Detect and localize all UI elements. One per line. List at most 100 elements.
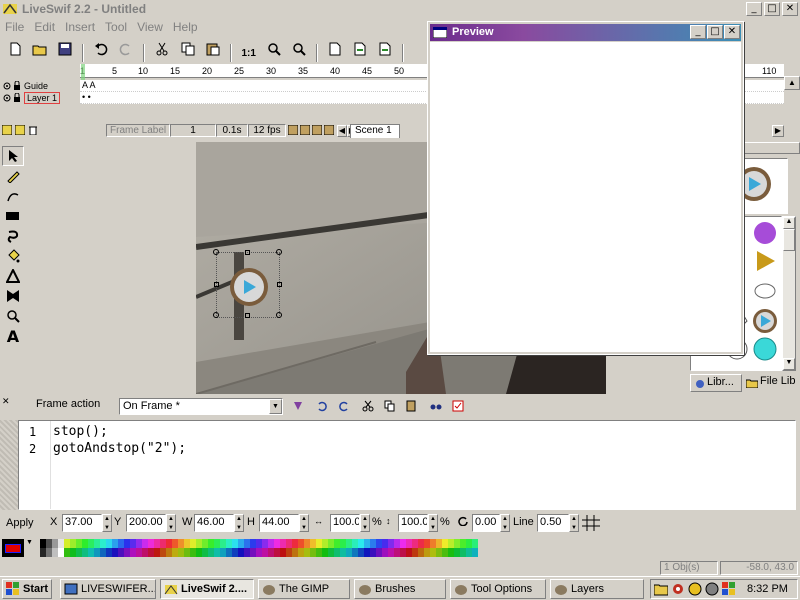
color-swatch[interactable] [130,548,136,557]
color-swatch[interactable] [106,548,112,557]
color-swatch[interactable] [334,539,340,548]
layer-row-guide[interactable]: Guide [0,80,80,92]
color-swatch[interactable] [400,539,406,548]
color-swatch[interactable] [274,539,280,548]
color-swatch[interactable] [106,539,112,548]
library-item-cyan-circle[interactable] [753,337,777,361]
color-swatch[interactable] [220,539,226,548]
paste-icon[interactable] [406,400,418,415]
color-swatch[interactable] [274,548,280,557]
insert-action-icon[interactable] [292,400,304,415]
script-editor[interactable]: 1 2 stop(); gotoAndstop("2"); [18,420,796,510]
color-swatch[interactable] [154,548,160,557]
color-swatch[interactable] [130,539,136,548]
color-swatch[interactable] [322,548,328,557]
color-swatch[interactable] [280,539,286,548]
menu-view[interactable]: View [132,18,168,36]
frame-rate-field[interactable]: 12 fps [248,124,286,137]
color-swatch[interactable] [178,548,184,557]
color-swatch[interactable] [442,539,448,548]
color-swatch[interactable] [430,548,436,557]
library-item-oval[interactable] [754,283,776,299]
color-swatch[interactable] [64,548,70,557]
color-swatch[interactable] [46,539,52,548]
preview-close-button[interactable]: ✕ [724,25,740,39]
width-spinner[interactable]: ▲ ▼ [234,514,244,532]
redo-icon[interactable] [115,38,137,60]
color-swatch[interactable] [244,548,250,557]
scale-x-field[interactable]: 100.0 [330,514,360,532]
color-swatch[interactable] [364,548,370,557]
folder-tray-icon[interactable] [653,582,669,599]
pencil-tool-icon[interactable] [2,166,24,186]
color-swatch[interactable] [262,539,268,548]
cut-icon[interactable] [151,38,173,60]
color-swatch[interactable] [400,548,406,557]
menu-file[interactable]: File [0,18,29,36]
export-icon[interactable] [349,38,371,60]
scroll-up-icon[interactable]: ▲ [783,217,795,229]
color-swatch[interactable] [118,548,124,557]
color-swatch[interactable] [418,548,424,557]
color-swatch[interactable] [88,539,94,548]
color-swatch[interactable] [70,539,76,548]
undo-icon[interactable] [90,38,112,60]
color-swatch[interactable] [304,548,310,557]
library-item-gold-triangle[interactable] [757,251,775,271]
color-swatch[interactable] [376,548,382,557]
preview-title-bar[interactable]: Preview _ □ ✕ [430,24,741,41]
onion-skin-icon[interactable] [287,124,299,138]
preview-window[interactable]: Preview _ □ ✕ [427,21,744,355]
menu-help[interactable]: Help [168,18,203,36]
color-swatch[interactable] [454,548,460,557]
edit-multiple-icon[interactable] [311,124,323,138]
color-swatch[interactable] [172,548,178,557]
color-swatch[interactable] [112,548,118,557]
minimize-button[interactable]: _ [746,2,762,16]
scroll-down-icon[interactable]: ▼ [783,358,795,370]
color-swatch[interactable] [160,539,166,548]
preview-canvas[interactable] [430,42,741,352]
bezier-pen-tool-icon[interactable] [2,186,24,206]
rotate-handle[interactable] [213,249,219,255]
color-swatch[interactable] [220,548,226,557]
color-swatch[interactable] [292,548,298,557]
color-swatch[interactable] [100,548,106,557]
color-swatch[interactable] [166,539,172,548]
library-scrollbar[interactable]: ▲ ▼ [782,216,796,371]
color-swatch[interactable] [352,539,358,548]
color-swatch[interactable] [40,548,46,557]
layer-row-layer1[interactable]: Layer 1 [0,92,80,104]
color-swatch[interactable] [184,548,190,557]
color-swatch[interactable] [454,539,460,548]
rotation-field[interactable]: 0.00 [472,514,500,532]
color-swatch[interactable] [442,548,448,557]
color-swatch[interactable] [358,548,364,557]
scroll-right-icon[interactable]: ▶ [772,125,784,137]
color-swatch[interactable] [406,539,412,548]
color-swatch[interactable] [298,548,304,557]
color-swatch[interactable] [226,539,232,548]
color-swatch[interactable] [238,548,244,557]
color-swatch[interactable] [136,548,142,557]
taskbar-item-gimp[interactable]: The GIMP [258,579,350,599]
color-swatch[interactable] [94,539,100,548]
color-swatch[interactable] [196,539,202,548]
color-swatch[interactable] [466,548,472,557]
scale-handle[interactable] [245,313,250,318]
color-swatch[interactable] [370,548,376,557]
color-swatch[interactable] [430,539,436,548]
color-swatch[interactable] [76,548,82,557]
color-swatch[interactable] [196,548,202,557]
maximize-button[interactable]: □ [764,2,780,16]
color-swatch[interactable] [202,548,208,557]
color-swatch[interactable] [232,548,238,557]
scale-x-spinner[interactable]: ▲ ▼ [360,514,370,532]
color-swatch[interactable] [172,539,178,548]
preview-minimize-button[interactable]: _ [690,25,706,39]
color-swatch[interactable] [88,548,94,557]
color-swatch[interactable] [286,539,292,548]
color-swatch[interactable] [202,539,208,548]
rotate-handle[interactable] [276,312,282,318]
color-swatch[interactable] [322,539,328,548]
